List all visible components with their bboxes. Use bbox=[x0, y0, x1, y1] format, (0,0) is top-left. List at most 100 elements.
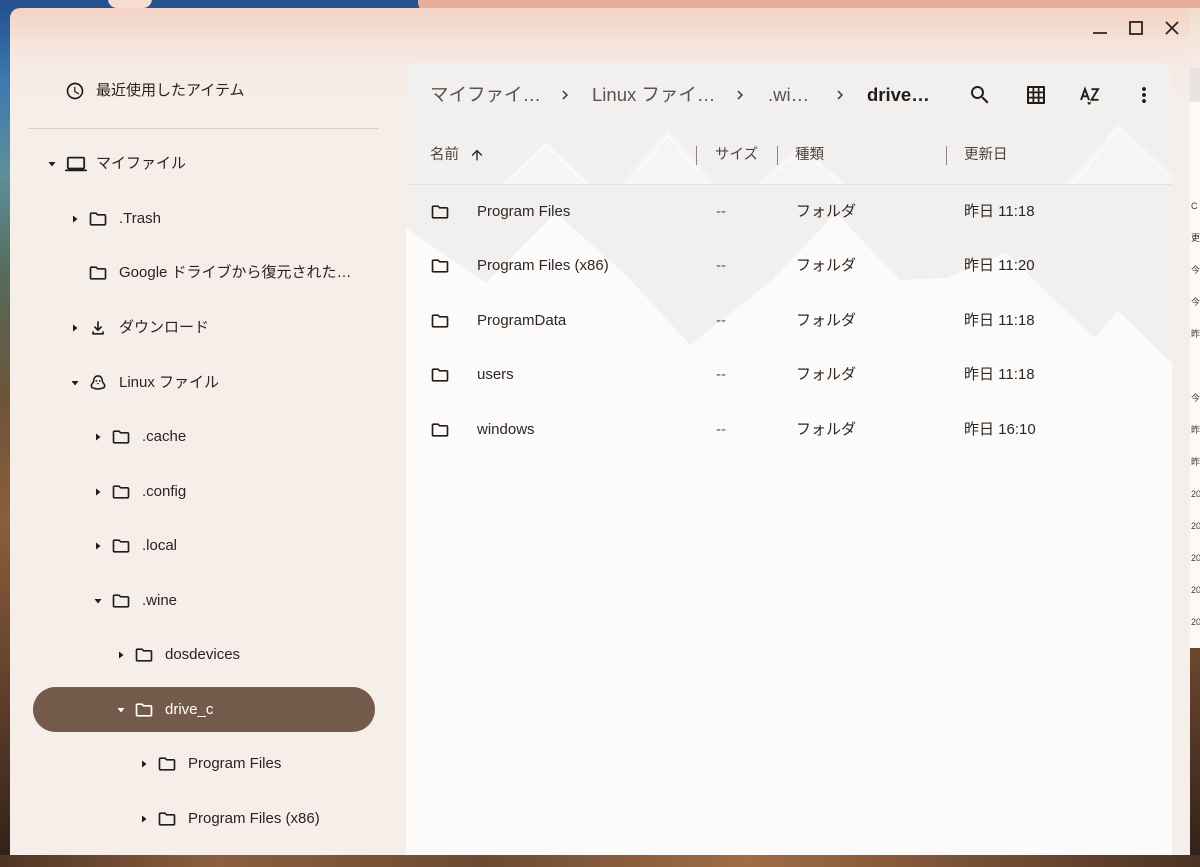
chevron-right-icon bbox=[556, 86, 574, 104]
background-window-text: 20 bbox=[1191, 585, 1200, 595]
background-window-text: 今 bbox=[1191, 393, 1200, 403]
caret-right-icon[interactable] bbox=[69, 322, 81, 334]
sidebar-item-trash[interactable]: .Trash bbox=[10, 197, 405, 241]
column-header-modified[interactable]: 更新日 bbox=[964, 143, 1008, 167]
sidebar-item-program-files-x86[interactable]: Program Files (x86) bbox=[10, 797, 405, 841]
sidebar-item-recent[interactable]: 最近使用したアイテム bbox=[10, 69, 405, 113]
caret-right-icon[interactable] bbox=[92, 540, 104, 552]
folder-icon bbox=[111, 427, 131, 447]
file-type: フォルダ bbox=[796, 312, 857, 329]
file-modified: 昨日 11:20 bbox=[964, 257, 1035, 274]
sidebar-item-wine[interactable]: .wine bbox=[10, 579, 405, 623]
column-header-name[interactable]: 名前 bbox=[430, 143, 459, 167]
sidebar-item-cache[interactable]: .cache bbox=[10, 415, 405, 459]
background-window-text: 20 bbox=[1191, 617, 1200, 627]
linux-icon bbox=[88, 373, 108, 393]
caret-right-icon[interactable] bbox=[92, 486, 104, 498]
file-type: フォルダ bbox=[796, 421, 857, 438]
sidebar-item-program-files[interactable]: Program Files bbox=[10, 742, 405, 786]
table-row[interactable]: Program Files (x86) -- フォルダ 昨日 11:20 bbox=[406, 244, 1172, 288]
sidebar-item-linux-files[interactable]: Linux ファイル bbox=[10, 361, 405, 405]
sidebar-item-my-files[interactable]: マイファイル bbox=[10, 142, 405, 186]
file-list-panel: マイファイ… Linux ファイ… .wi… drive… 名前 サイズ 種類 … bbox=[406, 63, 1172, 855]
folder-icon bbox=[157, 809, 177, 829]
file-type: フォルダ bbox=[796, 203, 857, 220]
sidebar-item-label: マイファイル bbox=[96, 155, 187, 172]
sidebar-item-label: 最近使用したアイテム bbox=[96, 82, 245, 99]
background-window-text: 昨 bbox=[1191, 457, 1200, 467]
file-name: ProgramData bbox=[477, 312, 567, 329]
sidebar-item-config[interactable]: .config bbox=[10, 470, 405, 514]
file-modified: 昨日 11:18 bbox=[964, 203, 1035, 220]
caret-right-icon[interactable] bbox=[138, 813, 150, 825]
table-row[interactable]: windows -- フォルダ 昨日 16:10 bbox=[406, 408, 1172, 452]
caret-down-icon[interactable] bbox=[46, 158, 58, 170]
background-window-text: 20 bbox=[1191, 553, 1200, 563]
column-header-size[interactable]: サイズ bbox=[715, 143, 758, 167]
column-header-type[interactable]: 種類 bbox=[795, 143, 824, 167]
file-type: フォルダ bbox=[796, 257, 857, 274]
caret-right-icon[interactable] bbox=[115, 649, 127, 661]
files-app-window: 最近使用したアイテム マイファイル .Trash Google ドライブから復元… bbox=[10, 8, 1190, 855]
close-icon[interactable] bbox=[1160, 16, 1184, 40]
file-size: -- bbox=[716, 366, 726, 383]
breadcrumb-linux-files[interactable]: Linux ファイ… bbox=[592, 83, 715, 107]
background-window-text: 昨 bbox=[1191, 329, 1200, 339]
sidebar-divider bbox=[28, 128, 378, 129]
sidebar-item-label: .wine bbox=[142, 592, 178, 609]
file-size: -- bbox=[716, 257, 726, 274]
breadcrumb-my-files[interactable]: マイファイ… bbox=[430, 83, 541, 107]
column-resize-handle[interactable] bbox=[777, 146, 778, 165]
laptop-icon bbox=[65, 154, 87, 174]
folder-icon bbox=[157, 754, 177, 774]
caret-right-icon[interactable] bbox=[69, 213, 81, 225]
caret-down-icon[interactable] bbox=[69, 377, 81, 389]
sidebar-item-downloads[interactable]: ダウンロード bbox=[10, 306, 405, 350]
breadcrumb-wine[interactable]: .wi… bbox=[768, 83, 809, 107]
chevron-right-icon bbox=[731, 86, 749, 104]
chevron-right-icon bbox=[831, 86, 849, 104]
arrow-up-icon[interactable] bbox=[469, 147, 485, 163]
more-vert-icon[interactable] bbox=[1132, 83, 1156, 107]
table-row[interactable]: ProgramData -- フォルダ 昨日 11:18 bbox=[406, 299, 1172, 343]
file-type: フォルダ bbox=[796, 366, 857, 383]
download-icon bbox=[88, 318, 108, 338]
desktop-wallpaper bbox=[0, 855, 1200, 867]
header-divider bbox=[406, 184, 1172, 185]
file-modified: 昨日 16:10 bbox=[964, 421, 1036, 438]
sidebar-item-label: dosdevices bbox=[165, 646, 241, 663]
sidebar-item-drive-restored[interactable]: Google ドライブから復元された… bbox=[10, 251, 405, 295]
sidebar-item-label: Linux ファイル bbox=[119, 374, 220, 391]
sidebar-item-label: .Trash bbox=[119, 210, 161, 227]
file-name: windows bbox=[477, 421, 535, 438]
file-modified: 昨日 11:18 bbox=[964, 312, 1035, 329]
file-size: -- bbox=[716, 312, 726, 329]
search-icon[interactable] bbox=[968, 83, 992, 107]
folder-icon bbox=[430, 256, 450, 276]
caret-right-icon[interactable] bbox=[92, 431, 104, 443]
maximize-icon[interactable] bbox=[1124, 16, 1148, 40]
file-name: Program Files bbox=[477, 203, 571, 220]
table-row[interactable]: users -- フォルダ 昨日 11:18 bbox=[406, 353, 1172, 397]
folder-icon bbox=[88, 263, 108, 283]
sidebar-item-drive-c[interactable]: drive_c bbox=[10, 688, 405, 732]
breadcrumb-drive-c[interactable]: drive… bbox=[867, 83, 930, 107]
sidebar-item-dosdevices[interactable]: dosdevices bbox=[10, 633, 405, 677]
background-window-text: C bbox=[1191, 201, 1198, 211]
sort-az-icon[interactable] bbox=[1078, 83, 1102, 107]
sidebar-item-label: Program Files (x86) bbox=[188, 810, 320, 827]
column-resize-handle[interactable] bbox=[696, 146, 697, 165]
grid-view-icon[interactable] bbox=[1024, 83, 1048, 107]
file-size: -- bbox=[716, 203, 726, 220]
caret-right-icon[interactable] bbox=[138, 758, 150, 770]
background-window-text: 今 bbox=[1191, 297, 1200, 307]
column-resize-handle[interactable] bbox=[946, 146, 947, 165]
table-row[interactable]: Program Files -- フォルダ 昨日 11:18 bbox=[406, 190, 1172, 234]
sidebar-item-local[interactable]: .local bbox=[10, 524, 405, 568]
minimize-icon[interactable] bbox=[1088, 16, 1112, 40]
caret-down-icon[interactable] bbox=[92, 595, 104, 607]
background-window-text: 20 bbox=[1191, 489, 1200, 499]
sidebar-item-label: Google ドライブから復元された… bbox=[119, 264, 352, 281]
background-window-text: 更 bbox=[1191, 233, 1200, 243]
caret-down-icon[interactable] bbox=[115, 704, 127, 716]
